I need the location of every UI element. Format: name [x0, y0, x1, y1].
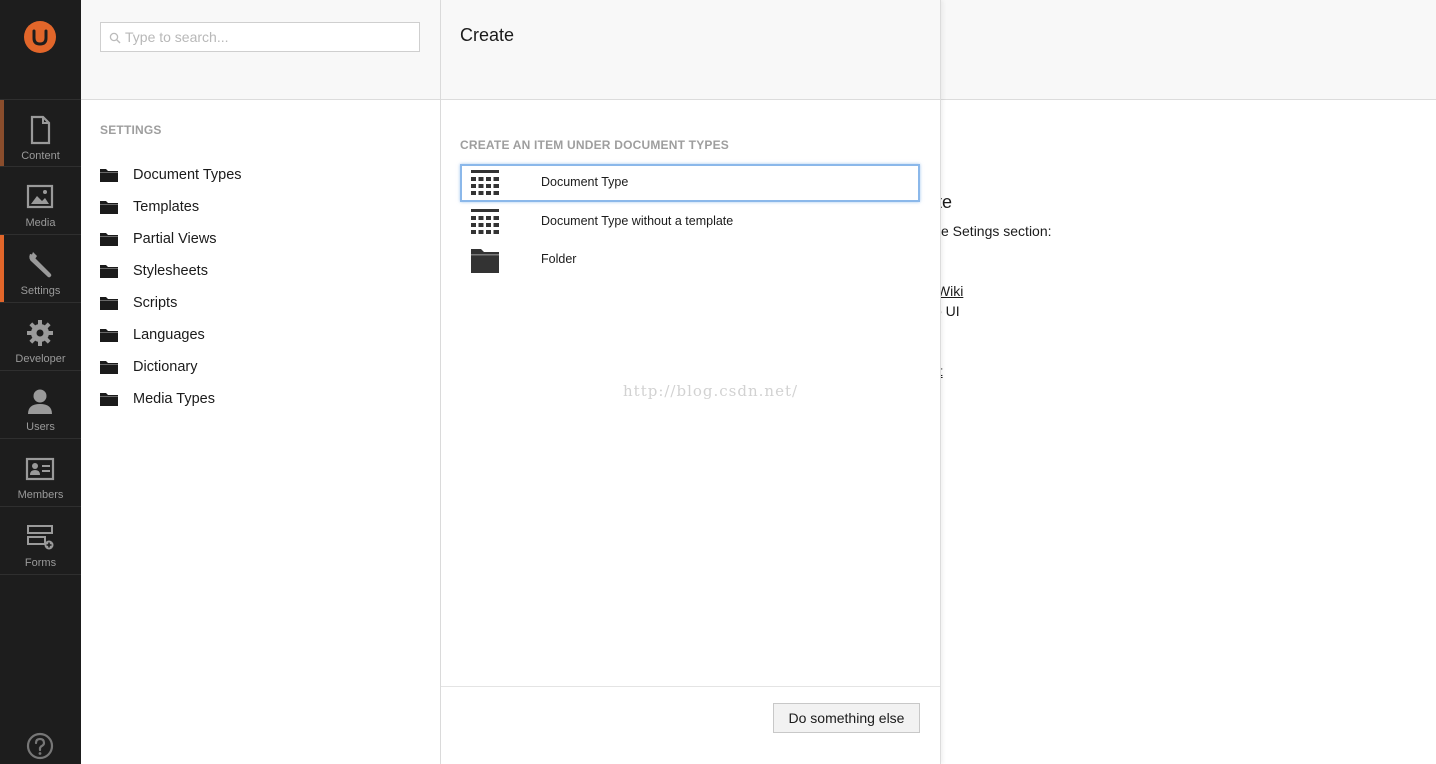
wrench-icon [29, 252, 52, 278]
section-label: Users [26, 421, 55, 433]
search-box[interactable] [100, 22, 420, 52]
tree-item-document-types[interactable]: Document Types [100, 164, 420, 188]
id-card-icon [25, 457, 55, 481]
dialog-title: Create [460, 25, 515, 45]
dialog-header: Create [441, 0, 940, 100]
user-icon [28, 389, 52, 414]
create-option-label: Document Type without a template [541, 214, 734, 228]
create-option-label: Folder [541, 252, 577, 266]
folder-icon [100, 169, 118, 182]
settings-tree-panel: SETTINGS Document Types Templates Partia… [81, 0, 441, 764]
tree-item-languages[interactable]: Languages [100, 324, 420, 348]
tree-header [81, 0, 440, 100]
section-label: Developer [15, 353, 66, 365]
tree-item-stylesheets[interactable]: Stylesheets [100, 260, 420, 284]
section-media[interactable]: Media [0, 167, 81, 235]
form-icon [27, 525, 54, 550]
create-option-label: Document Type [541, 175, 629, 189]
folder-icon [100, 297, 118, 310]
section-label: Forms [24, 557, 57, 569]
image-icon [26, 184, 54, 209]
folder-icon [471, 249, 499, 273]
search-input[interactable] [125, 27, 415, 47]
folder-icon [100, 329, 118, 342]
section-settings[interactable]: Settings [0, 235, 81, 303]
search-icon [109, 32, 121, 44]
umbraco-logo-icon [32, 29, 48, 46]
tree-item-dictionary[interactable]: Dictionary [100, 356, 420, 380]
section-content[interactable]: Content [0, 99, 81, 167]
section-label: Content [21, 150, 60, 162]
tree-item-label: Stylesheets [133, 263, 208, 279]
tree-item-partial-views[interactable]: Partial Views [100, 228, 420, 252]
section-label: Media [25, 217, 56, 229]
folder-icon [100, 361, 118, 374]
create-option-document-type-no-template[interactable]: Document Type without a template [460, 203, 920, 241]
tree-item-label: Languages [133, 327, 205, 343]
dialog-footer: Do something else [441, 686, 940, 764]
dashboard-text-line: e Setings section: [941, 223, 1052, 239]
dashboard-header [941, 0, 1436, 100]
tree-item-label: Dictionary [133, 359, 198, 375]
tree-item-label: Media Types [133, 391, 215, 407]
section-label: Members [17, 489, 64, 501]
tree-item-label: Document Types [133, 167, 242, 183]
section-label: Settings [20, 285, 61, 297]
help-icon[interactable] [26, 732, 54, 760]
section-members[interactable]: Members [0, 439, 81, 507]
tree-item-templates[interactable]: Templates [100, 196, 420, 220]
gear-icon [27, 320, 53, 346]
tree-item-label: Templates [133, 199, 200, 215]
tree-item-label: Scripts [133, 295, 178, 311]
grid-icon [471, 209, 499, 234]
folder-icon [100, 233, 118, 246]
folder-icon [100, 393, 118, 406]
umbraco-logo[interactable] [24, 21, 56, 53]
section-users[interactable]: Users [0, 371, 81, 439]
create-option-document-type[interactable]: Document Type [460, 164, 920, 202]
app-navigation: Content Media Settings Developer Users M… [0, 0, 81, 764]
create-dialog: Create CREATE AN ITEM UNDER DOCUMENT TYP… [441, 0, 941, 764]
grid-icon [471, 170, 499, 195]
tree-item-scripts[interactable]: Scripts [100, 292, 420, 316]
do-something-else-button[interactable]: Do something else [773, 703, 920, 733]
folder-icon [100, 201, 118, 214]
section-forms[interactable]: Forms [0, 507, 81, 575]
create-option-folder[interactable]: Folder [460, 241, 920, 279]
tree-item-media-types[interactable]: Media Types [100, 388, 420, 412]
document-icon [30, 115, 51, 145]
folder-icon [100, 265, 118, 278]
tree-item-label: Partial Views [133, 231, 217, 247]
section-developer[interactable]: Developer [0, 303, 81, 371]
tree-section-title: SETTINGS [100, 123, 162, 137]
watermark-text: http://blog.csdn.net/ [623, 382, 799, 400]
create-section-title: CREATE AN ITEM UNDER DOCUMENT TYPES [460, 138, 730, 152]
